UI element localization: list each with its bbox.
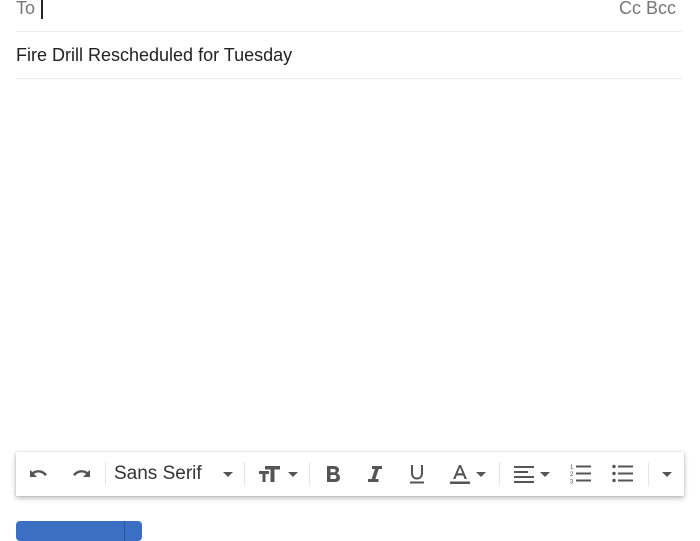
chevron-down-icon [223, 471, 233, 477]
svg-text:3: 3 [570, 480, 574, 486]
chevron-down-icon [539, 471, 550, 477]
italic-button[interactable] [360, 452, 390, 496]
align-left-icon [513, 466, 534, 483]
font-family-select[interactable]: Sans Serif [114, 452, 238, 496]
subject-input[interactable]: Fire Drill Rescheduled for Tuesday [16, 45, 292, 66]
numbered-list-icon: 1 2 3 [570, 465, 591, 486]
undo-icon [30, 470, 47, 477]
font-family-label: Sans Serif [114, 463, 202, 484]
message-body[interactable] [16, 80, 682, 445]
formatting-toolbar: Sans Serif 1 2 3 [16, 452, 684, 496]
text-color-icon [449, 465, 470, 484]
bulleted-list-button[interactable] [608, 452, 638, 496]
svg-text:2: 2 [570, 472, 574, 478]
redo-icon [73, 470, 90, 477]
recipients-field[interactable]: To Cc Bcc [16, 0, 682, 32]
send-button[interactable] [16, 521, 142, 541]
svg-text:1: 1 [570, 465, 574, 471]
underline-button[interactable] [402, 452, 432, 496]
toolbar-divider [648, 462, 649, 486]
cc-bcc-links: Cc Bcc [619, 0, 676, 19]
send-options-divider [124, 521, 125, 541]
align-button[interactable] [508, 452, 554, 496]
subject-field[interactable]: Fire Drill Rescheduled for Tuesday [16, 31, 682, 79]
numbered-list-button[interactable]: 1 2 3 [566, 452, 596, 496]
bulleted-list-icon [612, 464, 633, 483]
chevron-down-icon [475, 471, 486, 477]
toolbar-divider [499, 462, 500, 486]
text-cursor [41, 0, 43, 19]
toolbar-divider [105, 462, 106, 486]
chevron-down-icon [662, 471, 672, 477]
to-label: To [16, 0, 36, 18]
bold-button[interactable] [318, 452, 348, 496]
undo-button[interactable] [24, 452, 54, 496]
bold-icon [327, 466, 340, 482]
bcc-link[interactable]: Bcc [646, 0, 676, 18]
font-size-button[interactable] [254, 452, 302, 496]
redo-button[interactable] [66, 452, 96, 496]
more-formatting-button[interactable] [654, 452, 680, 496]
text-size-icon [259, 466, 280, 482]
text-color-button[interactable] [444, 452, 490, 496]
italic-icon [368, 466, 382, 482]
toolbar-divider [244, 462, 245, 486]
underline-icon [410, 465, 424, 484]
toolbar-divider [309, 462, 310, 486]
chevron-down-icon [288, 471, 298, 477]
cc-link[interactable]: Cc [619, 0, 641, 18]
